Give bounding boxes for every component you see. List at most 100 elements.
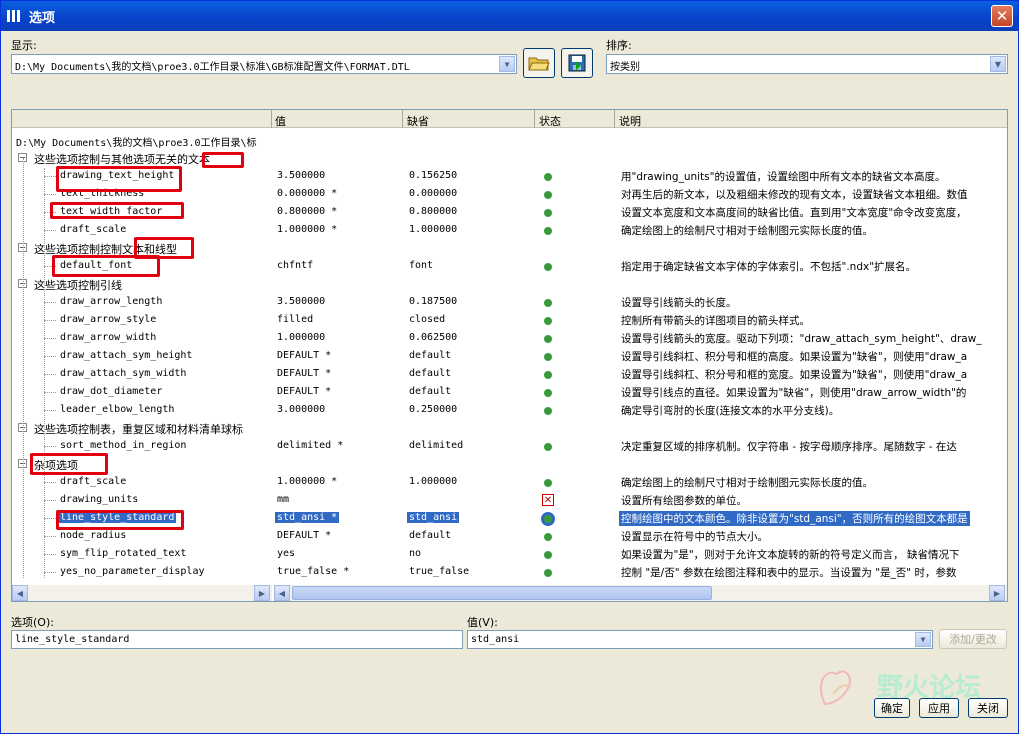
window-title: 选项 <box>29 10 56 26</box>
status-ok-icon <box>544 209 552 217</box>
name-hscrollbar[interactable]: ◀ ▶ <box>12 585 272 601</box>
scroll-left-icon[interactable]: ◀ <box>12 585 28 601</box>
col-header-default[interactable]: 缺省 <box>407 113 429 129</box>
option-description: 确定绘图上的绘制尺寸相对于绘制图元实际长度的值。 <box>621 477 873 489</box>
sort-label: 排序: <box>606 39 632 52</box>
group-row[interactable]: − 这些选项控制与其他选项无关的文本 <box>12 149 1007 167</box>
option-description: 决定重复区域的排序机制。仅字符串 - 按字母顺序排序。尾随数字 - 在达 <box>621 441 957 453</box>
option-row[interactable]: draw_attach_sym_height DEFAULT * default 设置… <box>12 347 1007 365</box>
option-name: yes_no_parameter_display <box>60 566 205 577</box>
option-name: draw_arrow_width <box>60 332 157 343</box>
option-description: 控制所有带箭头的详图项目的箭头样式。 <box>621 315 810 327</box>
chevron-down-icon[interactable]: ▼ <box>915 632 931 647</box>
option-description: 设置导引线箭头的宽度。驱动下列项："draw_attach_sym_height… <box>621 333 982 345</box>
option-default: std_ansi <box>407 512 460 523</box>
ok-button[interactable]: 确定 <box>874 698 910 718</box>
display-combo[interactable]: D:\My Documents\我的文档\proe3.0工作目录\标准\GB标准… <box>11 54 517 74</box>
option-value: 3.500000 <box>277 170 326 181</box>
highlight-box <box>30 453 108 475</box>
status-ok-icon <box>544 389 552 397</box>
option-default: 0.156250 <box>409 170 458 181</box>
option-default: default <box>409 386 452 397</box>
option-row[interactable]: sort_method_in_region delimited * delimite… <box>12 437 1007 455</box>
option-row[interactable]: draw_arrow_style filled closed 控制所有带箭头的详图项目… <box>12 311 1007 329</box>
app-icon <box>7 9 23 23</box>
option-row[interactable]: yes_no_parameter_display true_false * true… <box>12 563 1007 581</box>
scroll-thumb[interactable] <box>292 586 712 600</box>
option-name: draw_arrow_length <box>60 296 163 307</box>
open-folder-button[interactable] <box>523 48 555 78</box>
chevron-down-icon[interactable]: ▼ <box>990 56 1006 72</box>
option-input[interactable]: line_style_standard <box>11 630 463 649</box>
group-row[interactable]: − 杂项选项 <box>12 455 1007 473</box>
apply-button[interactable]: 应用 <box>919 698 959 718</box>
option-row[interactable]: draft_scale 1.000000 * 1.000000 确定绘图上的绘制尺寸相… <box>12 473 1007 491</box>
status-ok-icon <box>544 479 552 487</box>
status-ok-icon <box>544 515 552 523</box>
options-dialog: 选项 ✕ 显示: D:\My Documents\我的文档\proe3.0工作目… <box>0 0 1019 734</box>
table-header: 值 缺省 状态 说明 <box>12 110 1007 128</box>
highlight-box <box>202 152 244 168</box>
scroll-right-icon[interactable]: ▶ <box>989 585 1005 601</box>
status-ok-icon <box>544 299 552 307</box>
option-description: 确定导引弯肘的长度(连接文本的水平分支线)。 <box>621 405 840 417</box>
sort-combo[interactable]: 按类别 ▼ <box>606 54 1008 74</box>
group-label: 这些选项控制表，重复区域和材料清单球标 <box>34 423 243 436</box>
chevron-down-icon[interactable]: ▼ <box>499 56 515 72</box>
options-table[interactable]: 值 缺省 状态 说明 D:\My Documents\我的文档\proe3.0工… <box>11 109 1008 602</box>
value-combo[interactable]: std_ansi ▼ <box>467 630 933 649</box>
option-row[interactable]: draw_arrow_width 1.000000 0.062500 设置导引线箭头的… <box>12 329 1007 347</box>
tree-line <box>44 168 45 578</box>
status-ok-icon <box>544 407 552 415</box>
option-value: 3.500000 <box>277 296 326 307</box>
group-label: 这些选项控制与其他选项无关的文本 <box>34 153 210 166</box>
option-row[interactable]: drawing_units mm ✕ 设置所有绘图参数的单位。 <box>12 491 1007 509</box>
scroll-right-icon[interactable]: ▶ <box>254 585 270 601</box>
option-description: 对再生后的新文本，以及粗细未修改的现有文本，设置缺省文本粗细。数值 <box>621 189 968 201</box>
save-file-button[interactable] <box>561 48 593 78</box>
option-default: 0.062500 <box>409 332 458 343</box>
highlight-box <box>56 510 184 530</box>
group-row[interactable]: − 这些选项控制引线 <box>12 275 1007 293</box>
option-row[interactable]: draw_arrow_length 3.500000 0.187500 设置导引线箭头… <box>12 293 1007 311</box>
option-description: 设置显示在符号中的节点大小。 <box>621 531 768 543</box>
status-ok-icon <box>544 533 552 541</box>
option-description: 设置导引线斜杠、积分号和框的宽度。如果设置为"缺省"，则使用"draw_a <box>621 369 968 381</box>
option-row[interactable]: sym_flip_rotated_text yes no 如果设置为"是"，则对于允许… <box>12 545 1007 563</box>
option-value: 1.000000 * <box>277 224 338 235</box>
value-combo-text: std_ansi <box>471 634 520 645</box>
option-value: 1.000000 <box>277 332 326 343</box>
option-name: drawing_units <box>60 494 139 505</box>
title-bar: 选项 ✕ <box>1 1 1018 31</box>
group-row[interactable]: − 这些选项控制表，重复区域和材料清单球标 <box>12 419 1007 437</box>
display-path: D:\My Documents\我的文档\proe3.0工作目录\标准\GB标准… <box>15 62 410 73</box>
path-text: D:\My Documents\我的文档\proe3.0工作目录\标 <box>16 138 257 149</box>
tree-line <box>23 158 24 578</box>
option-description: 用"drawing_units"的设置值，设置绘图中所有文本的缺省文本高度。 <box>621 171 946 183</box>
option-value: 1.000000 * <box>277 476 338 487</box>
col-header-desc[interactable]: 说明 <box>619 113 641 129</box>
option-default: 0.800000 <box>409 206 458 217</box>
status-error-icon: ✕ <box>542 494 554 506</box>
sort-value: 按类别 <box>610 62 640 73</box>
col-header-status[interactable]: 状态 <box>539 113 561 129</box>
close-button[interactable]: 关闭 <box>968 698 1008 718</box>
option-row[interactable]: default_font chfntf font 指定用于确定缺省文本字体的字体索引。… <box>12 257 1007 275</box>
detail-hscrollbar[interactable]: ◀ ▶ <box>274 585 1007 601</box>
option-value: std_ansi * <box>275 512 340 523</box>
option-row[interactable]: draw_dot_diameter DEFAULT * default 设置导引线点的… <box>12 383 1007 401</box>
option-description: 如果设置为"是"，则对于允许文本旋转的新的符号定义而言， 缺省情况下 <box>621 549 960 561</box>
option-default: closed <box>409 314 446 325</box>
option-row[interactable]: leader_elbow_length 3.000000 0.250000 确定导引弯… <box>12 401 1007 419</box>
option-name: draw_arrow_style <box>60 314 157 325</box>
close-window-button[interactable]: ✕ <box>991 5 1013 27</box>
option-description: 设置文本宽度和文本高度间的缺省比值。直到用"文本宽度"命令改变宽度， <box>621 207 967 219</box>
add-change-button[interactable]: 添加/更改 <box>939 629 1007 649</box>
option-row[interactable]: draw_attach_sym_width DEFAULT * default 设置导… <box>12 365 1007 383</box>
option-default: font <box>409 260 434 271</box>
col-header-value[interactable]: 值 <box>275 113 286 129</box>
option-value: filled <box>277 314 314 325</box>
option-name: leader_elbow_length <box>60 404 175 415</box>
option-name: sort_method_in_region <box>60 440 187 451</box>
scroll-left-icon[interactable]: ◀ <box>274 585 290 601</box>
